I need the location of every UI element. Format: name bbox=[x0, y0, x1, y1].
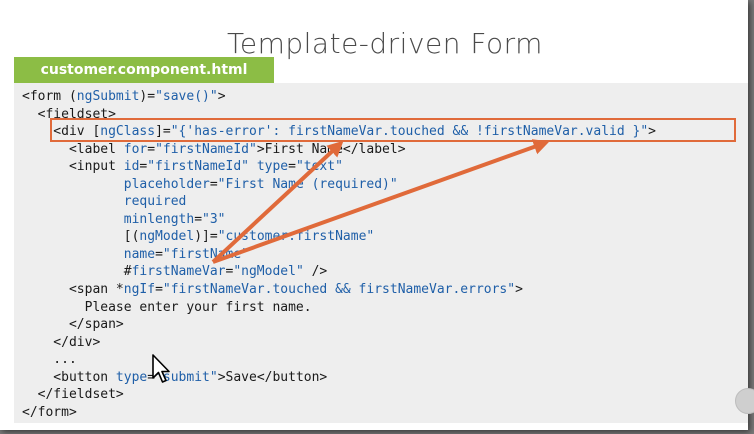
code-token: = bbox=[209, 176, 218, 192]
code-token: ]= bbox=[155, 124, 171, 140]
code-token: "firstNameId" bbox=[155, 141, 257, 157]
code-token: <span * bbox=[22, 282, 124, 298]
code-block: <form (ngSubmit)="save()"> <fieldset> <d… bbox=[22, 88, 656, 421]
code-token: <button bbox=[22, 369, 116, 385]
code-line: Please enter your first name. bbox=[22, 299, 656, 317]
code-token: >First Name</label> bbox=[256, 141, 406, 157]
code-token: <form ( bbox=[22, 89, 77, 104]
code-token: "ngModel" bbox=[233, 264, 304, 280]
code-token: ngModel bbox=[139, 229, 195, 245]
code-token: ngClass bbox=[100, 124, 156, 140]
code-token: name bbox=[123, 246, 156, 262]
code-token: type bbox=[115, 369, 148, 385]
code-token: </span> bbox=[22, 317, 124, 333]
code-token: firstNameVar bbox=[131, 264, 226, 280]
code-token: /> bbox=[303, 264, 328, 280]
code-token: [( bbox=[22, 229, 140, 245]
code-token: </div> bbox=[22, 334, 101, 350]
code-token: "firstNameId" bbox=[147, 159, 249, 175]
code-line: #firstNameVar="ngModel" /> bbox=[22, 263, 656, 281]
code-token: </fieldset> bbox=[22, 387, 124, 403]
code-token: = bbox=[288, 159, 296, 175]
code-token: = bbox=[147, 141, 156, 157]
code-token: > bbox=[217, 89, 226, 104]
code-line: <button type="submit">Save</button> bbox=[22, 369, 656, 387]
code-line: <label for="firstNameId">First Name</lab… bbox=[22, 141, 656, 159]
code-token: for bbox=[123, 141, 148, 157]
code-line: required bbox=[22, 193, 656, 211]
code-token: "First Name (required)" bbox=[217, 176, 398, 192]
code-token: "firstNameVar.touched && firstNameVar.er… bbox=[162, 282, 516, 298]
code-token: "3" bbox=[202, 211, 226, 227]
slide-title: Template-driven Form bbox=[227, 27, 543, 60]
code-line: <fieldset> bbox=[22, 106, 656, 124]
code-line: name="firstName" bbox=[22, 246, 656, 264]
code-line: </form> bbox=[22, 404, 656, 422]
code-token: </form> bbox=[22, 404, 77, 420]
code-token: type bbox=[256, 159, 289, 175]
code-token: = bbox=[155, 282, 163, 298]
code-token: "{'has-error': firstNameVar.touched && !… bbox=[170, 124, 649, 140]
code-token: > bbox=[648, 124, 656, 140]
code-token: ngIf bbox=[123, 282, 156, 298]
code-line: <div [ngClass]="{'has-error': firstNameV… bbox=[22, 123, 656, 141]
code-line: [(ngModel)]="customer.firstName" bbox=[22, 228, 656, 246]
code-line: minlength="3" bbox=[22, 211, 656, 229]
file-name-tab: customer.component.html bbox=[14, 57, 274, 83]
code-token: "text" bbox=[295, 159, 343, 175]
code-token: > bbox=[515, 282, 523, 298]
code-token: = bbox=[194, 211, 203, 227]
code-line: <span *ngIf="firstNameVar.touched && fir… bbox=[22, 281, 656, 299]
code-token: <input bbox=[22, 159, 124, 175]
code-token: <fieldset> bbox=[22, 106, 116, 122]
code-token: Please enter your first name. bbox=[22, 299, 312, 315]
code-line: <form (ngSubmit)="save()"> bbox=[22, 88, 656, 106]
code-token: >Save</button> bbox=[217, 369, 328, 385]
code-token: ngSubmit bbox=[76, 89, 140, 104]
code-token: placeholder bbox=[123, 176, 210, 192]
code-line: </span> bbox=[22, 316, 656, 334]
code-token: )= bbox=[139, 89, 156, 104]
code-token: "customer.firstName" bbox=[217, 229, 375, 245]
code-line: </div> bbox=[22, 334, 656, 352]
code-token: )]= bbox=[194, 229, 218, 245]
code-token: <div [ bbox=[22, 124, 101, 140]
side-panel-button[interactable] bbox=[735, 388, 754, 414]
code-token: required bbox=[123, 194, 187, 210]
code-token: # bbox=[22, 264, 132, 280]
code-line: <input id="firstNameId" type="text" bbox=[22, 158, 656, 176]
code-token: ... bbox=[22, 352, 77, 368]
code-line: ... bbox=[22, 351, 656, 369]
code-token: "firstName" bbox=[162, 246, 249, 262]
code-token: "save()" bbox=[155, 89, 218, 104]
code-line: placeholder="First Name (required)" bbox=[22, 176, 656, 194]
code-token: <label bbox=[22, 141, 124, 157]
slide: Template-driven Form customer.component.… bbox=[0, 0, 748, 430]
mouse-cursor-icon bbox=[152, 354, 170, 383]
code-token: minlength bbox=[123, 211, 195, 227]
code-token: id bbox=[123, 159, 140, 175]
code-line: </fieldset> bbox=[22, 386, 656, 404]
code-token: = bbox=[155, 246, 163, 262]
